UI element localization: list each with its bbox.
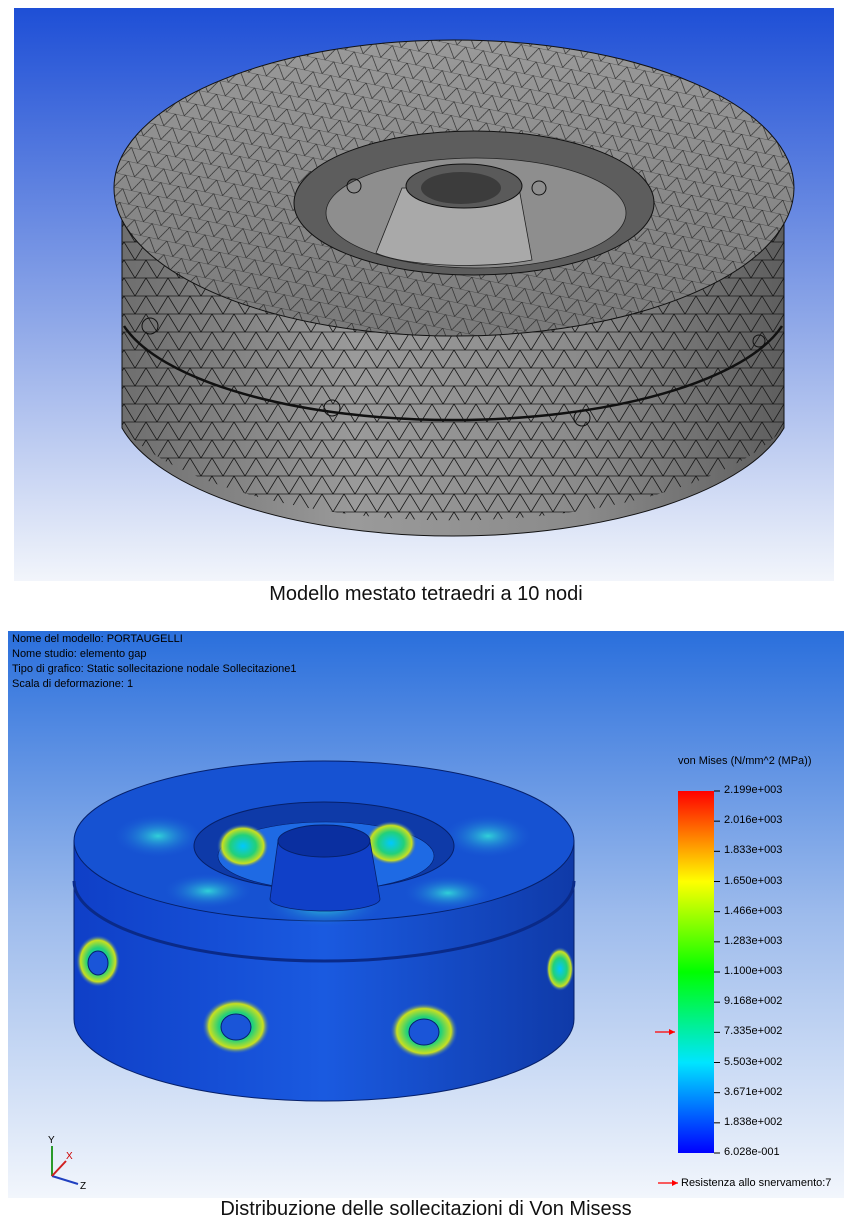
legend-tick-label: 2.016e+003 xyxy=(724,814,783,827)
mesh-viewport[interactable] xyxy=(14,8,834,581)
triad-x-label: X xyxy=(66,1151,73,1162)
stress-plot-image: Y X Z xyxy=(8,631,844,1198)
info-plot-type: Tipo di grafico: Static sollecitazione n… xyxy=(12,663,297,675)
legend-tick-label: 5.503e+002 xyxy=(724,1055,783,1068)
stress-body xyxy=(72,760,576,1102)
legend-title: von Mises (N/mm^2 (MPa)) xyxy=(678,755,812,767)
legend-tick-label: 1.100e+003 xyxy=(724,965,783,977)
legend-tick-label: 1.650e+003 xyxy=(724,874,783,887)
info-deformation-scale: Scala di deformazione: 1 xyxy=(12,678,134,690)
legend-tick-label: 1.466e+003 xyxy=(724,904,783,917)
legend-tick-label: 1.283e+003 xyxy=(724,934,783,947)
stress-caption: Distribuzione delle sollecitazioni di Vo… xyxy=(220,1198,632,1220)
mesh-caption: Modello mestato tetraedri a 10 nodi xyxy=(269,583,583,605)
info-study-name: Nome studio: elemento gap xyxy=(12,648,147,660)
yield-strength-label: Resistenza allo snervamento:7 xyxy=(681,1177,832,1189)
mesh-central-recess xyxy=(293,130,655,276)
legend-tick-label: 2.199e+003 xyxy=(724,784,783,796)
mesh-model-image xyxy=(14,8,834,581)
legend-tick-label: 9.168e+002 xyxy=(724,995,783,1008)
legend-tick-label: 7.335e+002 xyxy=(724,1025,783,1038)
legend-colorbar xyxy=(678,791,714,1153)
legend-tick-label: 6.028e-001 xyxy=(724,1146,780,1158)
triad-y-label: Y xyxy=(48,1135,55,1146)
legend-tick-label: 1.833e+003 xyxy=(724,844,783,857)
legend-tick-label: 1.838e+002 xyxy=(724,1115,783,1128)
triad-z-label: Z xyxy=(80,1181,86,1192)
stress-viewport[interactable]: Y X Z Nome del modello: PORTAUGELLI Nome… xyxy=(8,631,844,1198)
info-model-name: Nome del modello: PORTAUGELLI xyxy=(12,633,183,645)
legend-tick-label: 3.671e+002 xyxy=(724,1085,783,1098)
